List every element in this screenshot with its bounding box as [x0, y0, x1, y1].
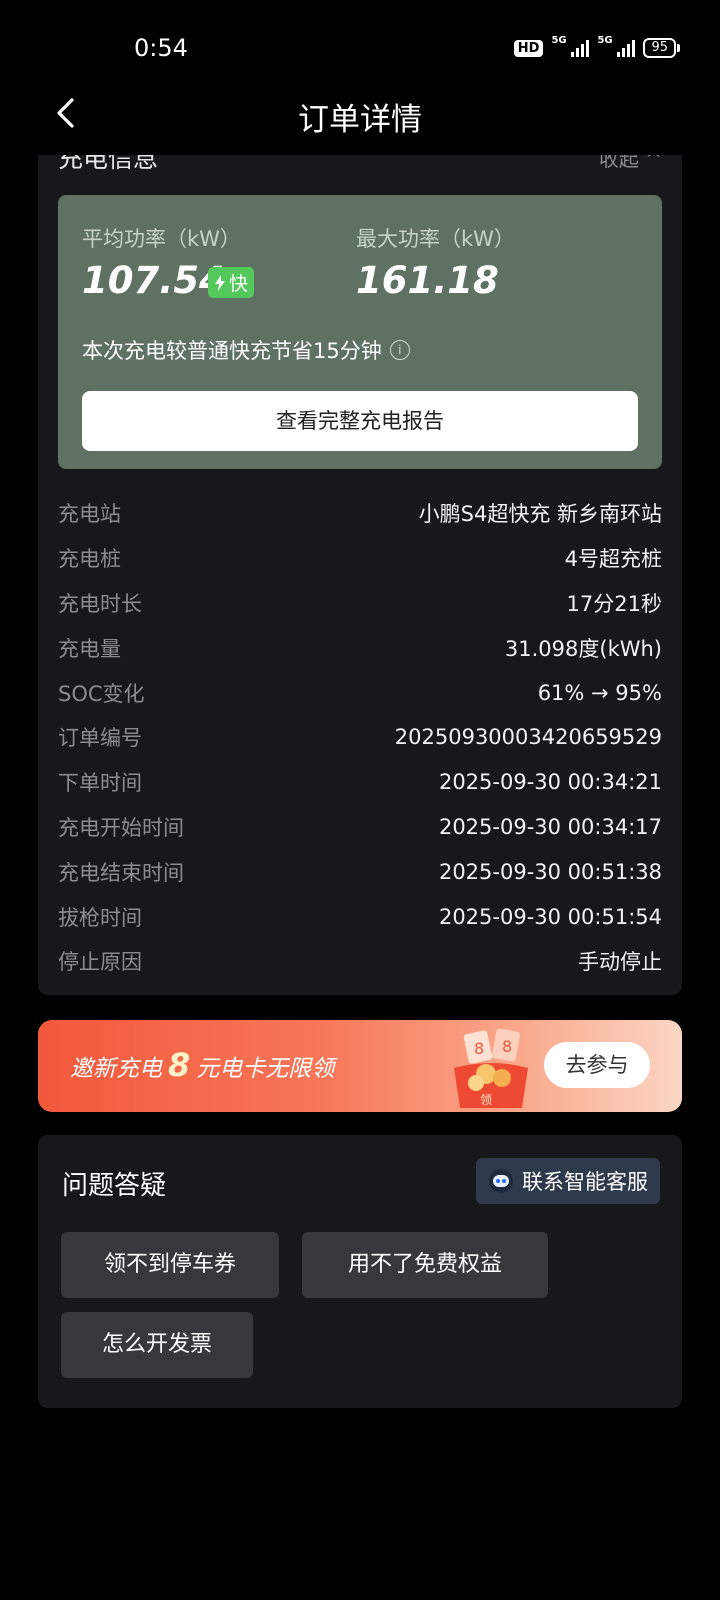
page-title: 订单详情	[298, 102, 422, 138]
faq-title: 问题答疑	[62, 1171, 167, 1201]
max-power-label: 最大功率（kW）	[356, 227, 515, 251]
charging-info-card: 充电信息 收起 ^ 平均功率（kW） 107.54 快 最大功率（kW） 161…	[38, 155, 682, 995]
max-power-value: 161.18	[356, 259, 499, 302]
order-details-list: 充电站 小鹏S4超快充 新乡南环站 充电桩 4号超充桩 充电时长 17分21秒 充电量…	[58, 491, 662, 984]
contact-support-button[interactable]: 联系智能客服	[476, 1158, 660, 1204]
hd-icon: HD	[513, 39, 544, 57]
detail-row-order-time: 下单时间 2025-09-30 00:34:21	[58, 770, 662, 796]
banner-text-right: 元电卡无限领	[196, 1056, 335, 1082]
detail-row-order-number: 订单编号 20250930003420659529	[58, 725, 662, 751]
avg-power-label: 平均功率（kW）	[82, 227, 241, 251]
svg-text:8: 8	[502, 1037, 512, 1056]
status-time: 0:54	[134, 34, 188, 62]
detail-row-stop-reason: 停止原因 手动停止	[58, 950, 662, 975]
avg-power-value: 107.54	[82, 259, 225, 302]
lightning-icon	[215, 274, 225, 291]
signal-icon: 5G	[551, 35, 590, 57]
robot-icon	[489, 1169, 513, 1193]
time-saving-note: 本次充电较普通快充节省15分钟 i	[82, 335, 410, 365]
faq-card: 问题答疑 联系智能客服 领不到停车券 用不了免费权益 怎么开发票	[38, 1135, 682, 1408]
detail-row-pile: 充电桩 4号超充桩	[58, 547, 662, 572]
time-saving-text: 本次充电较普通快充节省15分钟	[82, 339, 382, 363]
faq-chip-invoice[interactable]: 怎么开发票	[61, 1312, 253, 1378]
network-type-label: 5G	[551, 35, 567, 46]
battery-icon: 95	[643, 38, 680, 58]
detail-row-station: 充电站 小鹏S4超快充 新乡南环站	[58, 502, 662, 527]
gift-box-icon: 8 8 领	[454, 1028, 528, 1108]
detail-row-unplug-time: 拔枪时间 2025-09-30 00:51:54	[58, 904, 662, 930]
top-bar: 订单详情	[0, 80, 720, 148]
banner-text: 邀新充电 8 元电卡无限领	[70, 1046, 334, 1084]
fast-charge-badge: 快	[208, 267, 255, 298]
power-summary-panel: 平均功率（kW） 107.54 快 最大功率（kW） 161.18 本次充电较普…	[58, 195, 662, 469]
section-title: 充电信息	[58, 155, 159, 173]
banner-text-left: 邀新充电	[70, 1056, 162, 1082]
detail-row-duration: 充电时长 17分21秒	[58, 591, 662, 616]
status-icons: HD 5G 5G 95	[513, 35, 680, 58]
network-type-label-2: 5G	[597, 35, 613, 46]
faq-chip-parking-coupon[interactable]: 领不到停车券	[61, 1232, 279, 1298]
info-icon[interactable]: i	[389, 340, 410, 360]
collapse-toggle[interactable]: 收起 ^	[599, 155, 662, 172]
banner-amount: 8	[168, 1046, 191, 1084]
svg-text:8: 8	[474, 1039, 484, 1058]
detail-row-end-time: 充电结束时间 2025-09-30 00:51:38	[58, 859, 662, 885]
contact-support-label: 联系智能客服	[522, 1170, 648, 1194]
faq-chip-free-benefits[interactable]: 用不了免费权益	[302, 1232, 548, 1298]
svg-text:领: 领	[480, 1093, 492, 1107]
fast-badge-label: 快	[229, 273, 249, 295]
battery-level: 95	[643, 38, 676, 58]
view-report-button[interactable]: 查看完整充电报告	[82, 391, 638, 451]
signal-icon-2: 5G	[597, 35, 636, 57]
detail-row-energy: 充电量 31.098度(kWh)	[58, 636, 662, 661]
detail-row-start-time: 充电开始时间 2025-09-30 00:34:17	[58, 814, 662, 840]
join-button[interactable]: 去参与	[544, 1042, 650, 1088]
promo-banner[interactable]: 邀新充电 8 元电卡无限领 8 8 领 去参与	[38, 1020, 682, 1112]
detail-row-soc: SOC变化 61% → 95%	[58, 680, 662, 706]
